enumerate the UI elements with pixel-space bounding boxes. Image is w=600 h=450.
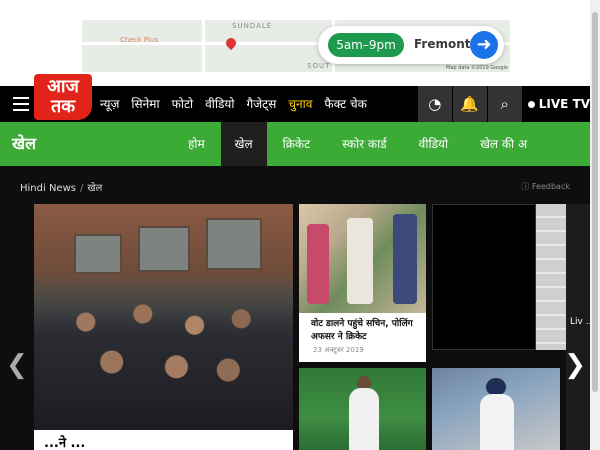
player-image [349,388,379,450]
scrollbar-thumb[interactable] [592,12,598,392]
tab-scorecard[interactable]: स्कोर कार्ड [326,122,402,166]
map-ad[interactable]: SUNDALE SOUT Check Plus 5am–9pm Fremont … [82,20,510,72]
aajtak-logo[interactable]: आज तक [34,74,92,120]
hero-image-crowd [34,274,293,434]
page: SUNDALE SOUT Check Plus 5am–9pm Fremont … [0,0,600,450]
story-card-partial[interactable] [536,204,566,350]
tab-cricket[interactable]: क्रिकेट [267,122,327,166]
breadcrumb-current: खेल [87,183,103,194]
bell-icon[interactable]: 🔔 [452,86,487,122]
live-dot-icon [527,101,535,108]
nav-link-gadgets[interactable]: गैजेट्स [247,86,277,122]
tab-video[interactable]: वीडियो [403,122,464,166]
live-tv-button[interactable]: LIVE TV [521,86,590,122]
tab-sports[interactable]: खेल [220,122,267,166]
logo-line-1: आज [47,76,79,97]
section-navbar: खेल होम खेल क्रिकेट स्कोर कार्ड वीडियो ख… [0,122,600,166]
destination-label: Fremont [414,37,471,51]
hero-image-window [74,234,122,274]
hero-story[interactable]: ...ने ... [34,204,293,450]
hero-image-window [138,226,190,272]
breadcrumb-separator: / [79,183,84,194]
map-street-label: SOUT [307,62,331,70]
map-place-label: Check Plus [120,36,159,44]
feedback-link[interactable]: ⓘ Feedback [521,181,570,192]
logo-line-2: तक [50,96,76,117]
carousel-prev-icon[interactable]: ❮ [6,352,28,378]
hours-pill: 5am–9pm [328,33,404,57]
top-navbar: आज तक न्यूज़ सिनेमा फोटो वीडियो गैजेट्स … [0,74,600,122]
story-card-cricket-batsman[interactable] [432,368,560,450]
hero-caption: ...ने ... [34,430,293,450]
section-tabs: होम खेल क्रिकेट स्कोर कार्ड वीडियो खेल क… [172,122,543,166]
section-title: खेल [12,134,36,153]
map-street-label: SUNDALE [232,22,273,30]
breadcrumb-home[interactable]: Hindi News [20,183,76,194]
menu-icon[interactable] [13,97,29,111]
breadcrumb: Hindi News / खेल [20,180,102,194]
story-image-figure [307,224,329,304]
main-content: Hindi News / खेल ⓘ Feedback ...ने ... वोट … [0,166,600,450]
tab-more-sports[interactable]: खेल की अ [464,122,543,166]
feedback-label: Feedback [531,182,570,191]
map-pin-icon [223,35,239,51]
hero-image-window [206,218,262,270]
ad-route-card[interactable]: 5am–9pm Fremont ➜ [318,26,504,64]
map-road [202,20,205,72]
story-image-figure [393,214,417,304]
story-date: 23 अक्टूबर 2019 [313,346,364,354]
nav-link-fact-check[interactable]: फैक्ट चेक [324,86,367,122]
story-card-cricket[interactable] [299,368,426,450]
story-card[interactable]: वोट डालने पहुंचे सचिन, पोलिंग अफसर ने क्… [299,204,426,362]
nav-link-election[interactable]: चुनाव [288,86,312,122]
ad-container: SUNDALE SOUT Check Plus 5am–9pm Fremont … [0,0,600,86]
nav-link-news[interactable]: न्यूज़ [100,86,119,122]
directions-icon[interactable]: ➜ [470,31,498,59]
audio-gauge-icon[interactable]: ◔ [417,86,452,122]
carousel-next-icon[interactable]: ❯ [564,352,586,378]
story-image-figure [347,218,373,304]
nav-icons: ◔ 🔔 ⌕ LIVE TV [417,86,590,122]
page-scrollbar[interactable] [590,0,600,450]
nav-link-photo[interactable]: फोटो [172,86,194,122]
nav-link-video[interactable]: वीडियो [205,86,234,122]
nav-link-cinema[interactable]: सिनेमा [131,86,159,122]
search-icon[interactable]: ⌕ [487,86,522,122]
nav-links: न्यूज़ सिनेमा फोटो वीडियो गैजेट्स चुनाव … [100,86,379,122]
map-attribution: Map data ©2019 Google [446,65,508,71]
tab-home[interactable]: होम [172,122,221,166]
video-card[interactable] [432,204,536,350]
story-title: वोट डालने पहुंचे सचिन, पोलिंग अफसर ने क्… [311,319,413,342]
live-tv-label: LIVE TV [538,97,590,111]
player-image [480,394,514,450]
